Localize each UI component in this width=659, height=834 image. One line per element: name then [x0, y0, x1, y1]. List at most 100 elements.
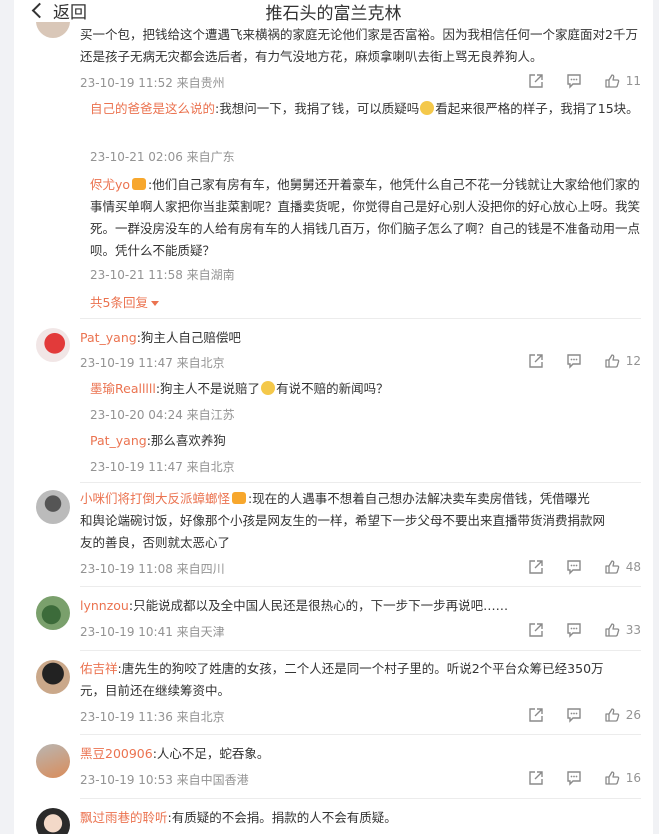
- reply-nickname[interactable]: 侭尤yo: [90, 177, 130, 192]
- thumbs-up-icon: [605, 708, 620, 722]
- share-button[interactable]: [528, 559, 544, 575]
- divider: [80, 798, 641, 799]
- thumbs-up-icon: [605, 354, 620, 368]
- comment-text: Pat_yang:狗主人自己赔偿吧: [80, 330, 241, 345]
- avatar[interactable]: [36, 490, 70, 524]
- comment-text: 黑豆200906:人心不足，蛇吞象。: [80, 746, 270, 761]
- comment-icon: [567, 560, 581, 575]
- share-icon: [529, 708, 543, 722]
- like-button[interactable]: 11: [604, 73, 641, 89]
- comment-meta: 23-10-19 11:36 来自北京: [80, 710, 225, 724]
- window-right-margin: [653, 0, 659, 834]
- like-count: 12: [625, 354, 641, 368]
- comment-meta: 23-10-19 11:08 来自四川: [80, 562, 225, 576]
- like-button[interactable]: 16: [604, 770, 641, 786]
- top-bar: 返回 推石头的富兰克林: [14, 0, 653, 24]
- share-button[interactable]: [528, 622, 544, 638]
- comment-button[interactable]: [566, 353, 582, 369]
- avatar[interactable]: [36, 744, 70, 778]
- comment-meta: 23-10-19 10:41 来自天津: [80, 625, 225, 639]
- comment-nickname[interactable]: 小咪们将打倒大反派蟑螂怪: [80, 491, 230, 506]
- reply-nickname[interactable]: Pat_yang: [90, 433, 147, 448]
- divider: [80, 650, 641, 651]
- reply-meta: 23-10-19 11:47 来自北京: [90, 460, 235, 474]
- divider: [80, 734, 641, 735]
- page-title: 推石头的富兰克林: [265, 4, 402, 24]
- comment-button[interactable]: [566, 622, 582, 638]
- divider: [80, 586, 641, 587]
- comment-icon: [567, 708, 581, 723]
- reply-meta: 23-10-21 02:06 来自广东: [90, 150, 235, 164]
- comment-icon: [567, 771, 581, 786]
- reply-nickname[interactable]: 自己的爸爸是这么说的: [90, 101, 215, 116]
- comment-actions: 11: [506, 73, 641, 89]
- comment-nickname[interactable]: Pat_yang: [80, 330, 137, 345]
- reply-text: 自己的爸爸是这么说的:我想问一下，我捐了钱，可以质疑吗 看起来很严格的样子，我捐了…: [90, 101, 639, 116]
- reply-nickname[interactable]: 墨瑜Realllll: [90, 381, 156, 396]
- avatar[interactable]: [36, 22, 70, 38]
- share-icon: [529, 623, 543, 637]
- share-button[interactable]: [528, 707, 544, 723]
- reply-text: Pat_yang:那么喜欢养狗: [90, 433, 226, 448]
- comment-icon: [567, 623, 581, 638]
- share-button[interactable]: [528, 770, 544, 786]
- thumbs-up-icon: [605, 74, 620, 88]
- comment-icon: [567, 74, 581, 89]
- share-icon: [529, 771, 543, 785]
- comment-meta: 23-10-19 11:47 来自北京: [80, 356, 225, 370]
- reply-meta: 23-10-21 11:58 来自湖南: [90, 268, 235, 282]
- avatar[interactable]: [36, 328, 70, 362]
- thumbs-up-icon: [605, 560, 620, 574]
- like-button[interactable]: 12: [604, 353, 641, 369]
- comment-button[interactable]: [566, 73, 582, 89]
- comment-actions: 12: [506, 353, 641, 369]
- comment-actions: 48: [506, 559, 641, 575]
- like-count: 11: [625, 74, 641, 88]
- laugh-emoji-icon: [420, 101, 435, 115]
- share-icon: [529, 560, 543, 574]
- like-button[interactable]: 33: [604, 622, 641, 638]
- comment-text: lynnzou:只能说成都以及全中国人民还是很热心的，下一步下一步再说吧……: [80, 598, 509, 613]
- like-button[interactable]: 26: [604, 707, 641, 723]
- like-count: 48: [625, 560, 641, 574]
- like-count: 26: [625, 708, 641, 722]
- comment-button[interactable]: [566, 707, 582, 723]
- comment-button[interactable]: [566, 559, 582, 575]
- thumbs-up-icon: [605, 623, 620, 637]
- comment-nickname[interactable]: 黑豆200906: [80, 746, 153, 761]
- reply-text: 侭尤yo:他们自己家有房有车，他舅舅还开着豪车，他凭什么自己不花一分钱就让大家给…: [90, 177, 641, 258]
- avatar[interactable]: [36, 808, 70, 834]
- more-replies-link[interactable]: 共5条回复: [90, 292, 159, 311]
- comment-list: 买一个包，把钱给这个遭遇飞来横祸的家庭无论他们家是否富裕。因为我相信任何一个家庭…: [14, 22, 653, 834]
- share-button[interactable]: [528, 353, 544, 369]
- divider: [80, 482, 641, 483]
- comment-meta: 23-10-19 10:53 来自中国香港: [80, 773, 249, 787]
- divider: [80, 318, 641, 319]
- comment-actions: 33: [506, 622, 641, 638]
- comment-text: 小咪们将打倒大反派蟑螂怪:现在的人遇事不想着自己想办法解决卖车卖房借钱，凭借曝光…: [80, 491, 606, 550]
- avatar[interactable]: [36, 596, 70, 630]
- like-button[interactable]: 48: [604, 559, 641, 575]
- comment-nickname[interactable]: lynnzou: [80, 598, 129, 613]
- comment-icon: [567, 354, 581, 369]
- window-left-margin: [0, 0, 14, 834]
- vip-badge-icon: [132, 178, 147, 190]
- comment-nickname[interactable]: 佑吉祥: [80, 661, 118, 676]
- reply-text: 墨瑜Realllll:狗主人不是说赔了 有说不赔的新闻吗？: [90, 381, 389, 396]
- comment-actions: 26: [506, 707, 641, 723]
- share-button[interactable]: [528, 73, 544, 89]
- comment-meta: 23-10-19 11:52 来自贵州: [80, 76, 225, 90]
- comment-nickname[interactable]: 飘过雨巷的聆听: [80, 810, 168, 825]
- comment-button[interactable]: [566, 770, 582, 786]
- reply-meta: 23-10-20 04:24 来自江苏: [90, 408, 235, 422]
- comment-text: 买一个包，把钱给这个遭遇飞来横祸的家庭无论他们家是否富裕。因为我相信任何一个家庭…: [80, 27, 638, 64]
- comment-actions: 16: [506, 770, 641, 786]
- share-icon: [529, 74, 543, 88]
- comment-text: 飘过雨巷的聆听:有质疑的不会捐。捐款的人不会有质疑。: [80, 810, 397, 825]
- thumbs-up-icon: [605, 771, 620, 785]
- comment-text: 佑吉祥:唐先生的狗咬了姓唐的女孩，二个人还是同一个村子里的。听说2个平台众筹已经…: [80, 661, 604, 698]
- laugh-emoji-icon: [261, 381, 276, 395]
- share-icon: [529, 354, 543, 368]
- like-count: 33: [625, 623, 641, 637]
- avatar[interactable]: [36, 660, 70, 694]
